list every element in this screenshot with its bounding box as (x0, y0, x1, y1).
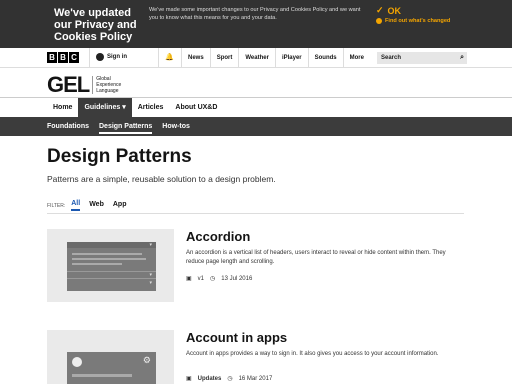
card-version: Updates (197, 375, 222, 382)
masthead-nav-weather[interactable]: Weather (238, 48, 275, 68)
chevron-down-icon: ▾ (149, 242, 152, 248)
check-icon: ✓ (376, 5, 384, 15)
divider (89, 48, 90, 68)
nav-home[interactable]: Home (47, 98, 78, 117)
filter-app[interactable]: App (113, 201, 127, 210)
gel-logo[interactable]: GEL Global Experience Language (47, 72, 121, 98)
accordion-illustration: ▾ ▾ ▾ (67, 242, 156, 291)
card-title[interactable]: Account in apps (186, 330, 287, 345)
filter-web[interactable]: Web (89, 201, 104, 210)
gel-logo-text: GEL (47, 72, 90, 97)
illustration-divider (67, 278, 156, 279)
subnav-foundations[interactable]: Foundations (47, 117, 89, 136)
clock-icon: ◷ (227, 376, 233, 382)
card-date: 16 Mar 2017 (238, 375, 273, 382)
search-input[interactable]: Search ⌕ (377, 52, 467, 64)
card-version: v1 (197, 275, 205, 282)
illustration-line (72, 263, 122, 265)
divider (158, 48, 159, 68)
gear-icon: ⚙ (142, 355, 151, 365)
sub-nav: Foundations Design Patterns How-tos (0, 117, 512, 136)
cookie-ok-button[interactable]: ✓ OK (376, 5, 401, 16)
nav-articles[interactable]: Articles (132, 98, 170, 117)
subnav-how-tos[interactable]: How-tos (162, 117, 190, 136)
search-icon[interactable]: ⌕ (460, 52, 464, 64)
illustration-line (72, 253, 142, 255)
nav-guidelines[interactable]: Guidelines ▾ (78, 98, 132, 117)
version-icon: ▣ (186, 376, 192, 382)
user-icon (96, 53, 104, 61)
masthead-nav-sport[interactable]: Sport (209, 48, 239, 68)
illustration-line (72, 374, 132, 377)
arrow-circle-icon (376, 18, 382, 24)
clock-icon: ◷ (210, 276, 216, 282)
nav-guidelines-label: Guidelines (84, 104, 121, 111)
chevron-down-icon: ▾ (149, 280, 152, 286)
cookie-ok-label: OK (387, 5, 402, 16)
signin-button[interactable]: Sign in (96, 53, 127, 61)
card-thumbnail[interactable]: ▾ ▾ ▾ (47, 229, 174, 302)
bbc-logo[interactable]: B B C (47, 52, 79, 63)
cookie-title: We've updated our Privacy and Cookies Po… (54, 7, 137, 43)
card-meta: ▣ Updates ◷ 16 Mar 2017 (186, 375, 273, 383)
card-description: An accordion is a vertical list of heade… (186, 250, 446, 265)
bbc-masthead: B B C Sign in 🔔 News Sport Weather iPlay… (0, 48, 512, 68)
illustration-bar (67, 242, 156, 248)
version-icon: ▣ (186, 276, 192, 282)
cookie-banner: We've updated our Privacy and Cookies Po… (0, 0, 512, 48)
filter-label: FILTER: (47, 202, 66, 209)
gel-logo-subtitle: Global Experience Language (92, 76, 121, 94)
cookie-find-out-link[interactable]: Find out what's changed (376, 18, 450, 24)
masthead-nav-news[interactable]: News (181, 48, 210, 68)
subnav-design-patterns[interactable]: Design Patterns (99, 117, 153, 136)
cookie-find-label: Find out what's changed (385, 18, 451, 24)
signin-label: Sign in (107, 54, 127, 60)
bell-icon[interactable]: 🔔 (165, 53, 174, 61)
page-title: Design Patterns (47, 146, 192, 167)
illustration-line (72, 258, 146, 260)
filter-all[interactable]: All (71, 200, 81, 211)
bbc-logo-block: B (58, 52, 68, 63)
bbc-logo-block: C (69, 52, 79, 63)
search-placeholder: Search (381, 55, 402, 61)
pattern-card-accordion[interactable]: ▾ ▾ ▾ Accordion An accordion is a vertic… (47, 229, 464, 302)
avatar-icon (72, 357, 82, 367)
pattern-card-account-in-apps[interactable]: ⚙ Account in apps Account in apps provid… (47, 330, 464, 384)
bbc-logo-block: B (47, 52, 57, 63)
cookie-text: We've made some important changes to our… (149, 7, 361, 21)
primary-nav: Home Guidelines ▾ Articles About UX&D (0, 97, 512, 117)
card-description: Account in apps provides a way to sign i… (186, 351, 439, 357)
chevron-down-icon: ▾ (122, 104, 126, 111)
masthead-nav-more[interactable]: More (342, 48, 370, 68)
card-meta: ▣ v1 ◷ 13 Jul 2016 (186, 275, 253, 283)
masthead-nav-iplayer[interactable]: iPlayer (274, 48, 308, 68)
filter-bar: FILTER: All Web App (47, 198, 464, 214)
account-illustration: ⚙ (67, 352, 156, 384)
illustration-divider (67, 271, 156, 272)
page-lead: Patterns are a simple, reusable solution… (47, 174, 276, 184)
nav-about[interactable]: About UX&D (169, 98, 223, 117)
card-date: 13 Jul 2016 (221, 275, 253, 282)
masthead-nav: News Sport Weather iPlayer Sounds More (181, 48, 370, 68)
card-title[interactable]: Accordion (186, 229, 250, 244)
card-thumbnail[interactable]: ⚙ (47, 330, 174, 384)
gel-subtitle-line: Language (96, 88, 119, 94)
masthead-nav-sounds[interactable]: Sounds (307, 48, 343, 68)
